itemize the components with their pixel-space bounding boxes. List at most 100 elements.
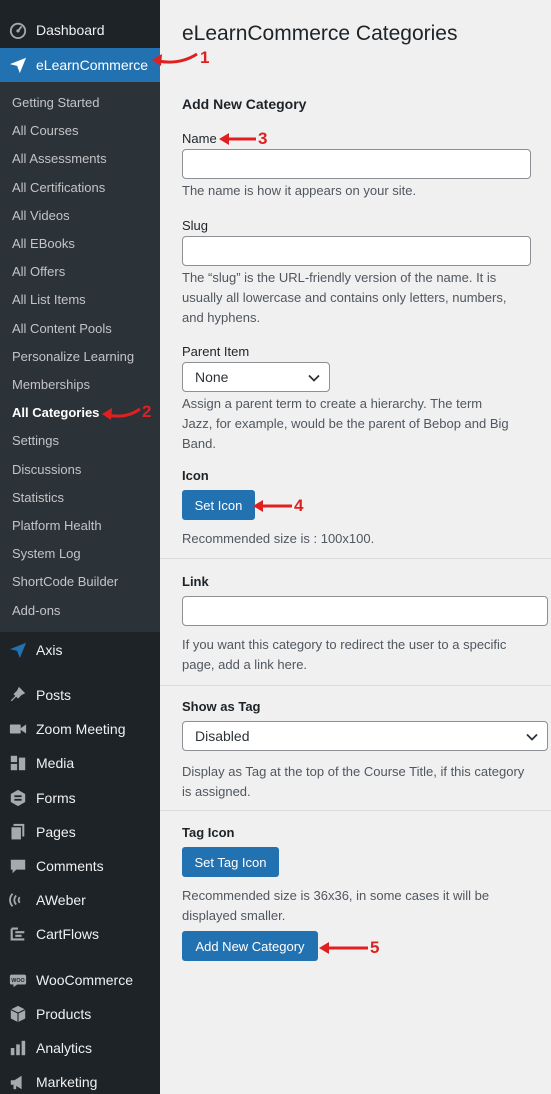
menu-posts-label: Posts bbox=[36, 687, 72, 703]
menu-comments[interactable]: Comments bbox=[0, 849, 160, 883]
submenu-item-settings[interactable]: Settings bbox=[12, 431, 59, 451]
chevron-down-icon bbox=[308, 374, 320, 382]
submenu-item-all-ebooks[interactable]: All EBooks bbox=[12, 234, 75, 254]
link-input[interactable] bbox=[182, 596, 548, 626]
slug-label: Slug bbox=[182, 218, 209, 233]
link-desc-line: If you want this category to redirect th… bbox=[182, 637, 507, 652]
comment-icon bbox=[0, 857, 36, 875]
menu-woocommerce-label: WooCommerce bbox=[36, 972, 133, 988]
icon-label: Icon bbox=[182, 468, 209, 483]
icon-description: Recommended size is : 100x100. bbox=[182, 531, 375, 546]
box-icon bbox=[0, 1005, 36, 1023]
paper-plane-icon bbox=[0, 56, 36, 74]
set-tag-icon-button[interactable]: Set Tag Icon bbox=[182, 847, 279, 877]
menu-aweber-label: AWeber bbox=[36, 892, 86, 908]
menu-forms[interactable]: Forms bbox=[0, 781, 160, 815]
submenu-item-add-ons[interactable]: Add-ons bbox=[12, 601, 60, 621]
submenu-item-memberships[interactable]: Memberships bbox=[12, 375, 90, 395]
pages-icon bbox=[0, 823, 36, 841]
red-arrow-icon bbox=[219, 133, 256, 145]
submenu-item-platform-health[interactable]: Platform Health bbox=[12, 516, 102, 536]
woo-icon: WOO bbox=[0, 971, 36, 989]
menu-media[interactable]: Media bbox=[0, 746, 160, 780]
chevron-down-icon bbox=[526, 733, 538, 741]
menu-dashboard[interactable]: Dashboard bbox=[0, 13, 160, 47]
name-input[interactable] bbox=[182, 149, 531, 179]
tag-icon-desc-line: Recommended size is 36x36, in some cases… bbox=[182, 888, 490, 903]
menu-aweber[interactable]: AWeber bbox=[0, 883, 160, 917]
menu-analytics[interactable]: Analytics bbox=[0, 1031, 160, 1065]
section-title: Add New Category bbox=[182, 96, 307, 112]
menu-comments-label: Comments bbox=[36, 858, 104, 874]
show-as-tag-select[interactable]: Disabled bbox=[182, 721, 548, 751]
menu-zoom-label: Zoom Meeting bbox=[36, 721, 126, 737]
submenu-item-all-content-pools[interactable]: All Content Pools bbox=[12, 319, 112, 339]
divider bbox=[160, 810, 551, 811]
slug-desc-line: and hyphens. bbox=[182, 310, 261, 325]
pin-icon bbox=[0, 686, 36, 704]
menu-woocommerce[interactable]: WOO WooCommerce bbox=[0, 963, 160, 997]
add-new-category-button[interactable]: Add New Category bbox=[182, 931, 318, 961]
tag-desc-line: Display as Tag at the top of the Course … bbox=[182, 764, 525, 779]
page-title: eLearnCommerce Categories bbox=[182, 22, 458, 45]
parent-desc-line: Jazz, for example, would be the parent o… bbox=[182, 416, 509, 431]
submenu-item-all-videos[interactable]: All Videos bbox=[12, 206, 70, 226]
menu-analytics-label: Analytics bbox=[36, 1040, 93, 1056]
submenu-item-shortcode-builder[interactable]: ShortCode Builder bbox=[12, 572, 118, 592]
menu-dashboard-label: Dashboard bbox=[36, 22, 105, 38]
link-label: Link bbox=[182, 574, 209, 589]
parent-item-description: Assign a parent term to create a hierarc… bbox=[182, 394, 551, 454]
menu-elearncommerce[interactable]: eLearnCommerce bbox=[0, 48, 160, 82]
aweber-icon bbox=[0, 891, 36, 909]
link-desc-line: page, add a link here. bbox=[182, 657, 308, 672]
name-label: Name bbox=[182, 131, 217, 146]
set-icon-button[interactable]: Set Icon bbox=[182, 490, 255, 520]
annotation-5: 5 bbox=[318, 938, 379, 958]
svg-text:WOO: WOO bbox=[11, 978, 24, 984]
red-arrow-icon bbox=[102, 407, 141, 420]
menu-cartflows[interactable]: CartFlows bbox=[0, 917, 160, 951]
elearncommerce-submenu: Getting Started All Courses All Assessment… bbox=[0, 82, 160, 632]
megaphone-icon bbox=[0, 1073, 36, 1091]
tag-icon-desc-line: displayed smaller. bbox=[182, 908, 286, 923]
submenu-item-statistics[interactable]: Statistics bbox=[12, 488, 64, 508]
show-as-tag-label: Show as Tag bbox=[182, 699, 261, 714]
submenu-item-all-list-items[interactable]: All List Items bbox=[12, 290, 86, 310]
show-as-tag-value: Disabled bbox=[195, 728, 250, 744]
submenu-item-personalize-learning[interactable]: Personalize Learning bbox=[12, 347, 134, 367]
submenu-item-all-categories[interactable]: All Categories bbox=[12, 403, 99, 423]
tag-icon-description: Recommended size is 36x36, in some cases… bbox=[182, 886, 551, 926]
parent-desc-line: Band. bbox=[182, 436, 216, 451]
submenu-item-discussions[interactable]: Discussions bbox=[12, 460, 81, 480]
menu-marketing[interactable]: Marketing bbox=[0, 1065, 160, 1094]
submenu-item-all-certifications[interactable]: All Certifications bbox=[12, 178, 105, 198]
link-description: If you want this category to redirect th… bbox=[182, 635, 551, 675]
menu-posts[interactable]: Posts bbox=[0, 678, 160, 712]
parent-item-select[interactable]: None bbox=[182, 362, 330, 392]
divider bbox=[160, 558, 551, 559]
dashboard-icon bbox=[0, 21, 36, 39]
show-as-tag-description: Display as Tag at the top of the Course … bbox=[182, 762, 551, 802]
submenu-item-all-assessments[interactable]: All Assessments bbox=[12, 149, 107, 169]
slug-input[interactable] bbox=[182, 236, 531, 266]
menu-zoom-meeting[interactable]: Zoom Meeting bbox=[0, 712, 160, 746]
annotation-number: 2 bbox=[142, 402, 152, 421]
menu-pages-label: Pages bbox=[36, 824, 76, 840]
annotation-number: 5 bbox=[370, 938, 380, 957]
submenu-item-getting-started[interactable]: Getting Started bbox=[12, 93, 99, 113]
submenu-item-all-courses[interactable]: All Courses bbox=[12, 121, 78, 141]
menu-products[interactable]: Products bbox=[0, 997, 160, 1031]
menu-pages[interactable]: Pages bbox=[0, 815, 160, 849]
bar-chart-icon bbox=[0, 1039, 36, 1057]
menu-axis[interactable]: Axis bbox=[0, 633, 160, 667]
menu-forms-label: Forms bbox=[36, 790, 76, 806]
main-content: eLearnCommerce Categories Add New Catego… bbox=[160, 0, 551, 1094]
annotation-4: 4 bbox=[252, 496, 303, 516]
menu-products-label: Products bbox=[36, 1006, 92, 1022]
menu-media-label: Media bbox=[36, 755, 75, 771]
submenu-item-all-offers[interactable]: All Offers bbox=[12, 262, 65, 282]
annotation-number: 4 bbox=[294, 496, 304, 515]
submenu-item-system-log[interactable]: System Log bbox=[12, 544, 81, 564]
annotation-2: 2 bbox=[100, 401, 151, 423]
name-description: The name is how it appears on your site. bbox=[182, 183, 417, 198]
